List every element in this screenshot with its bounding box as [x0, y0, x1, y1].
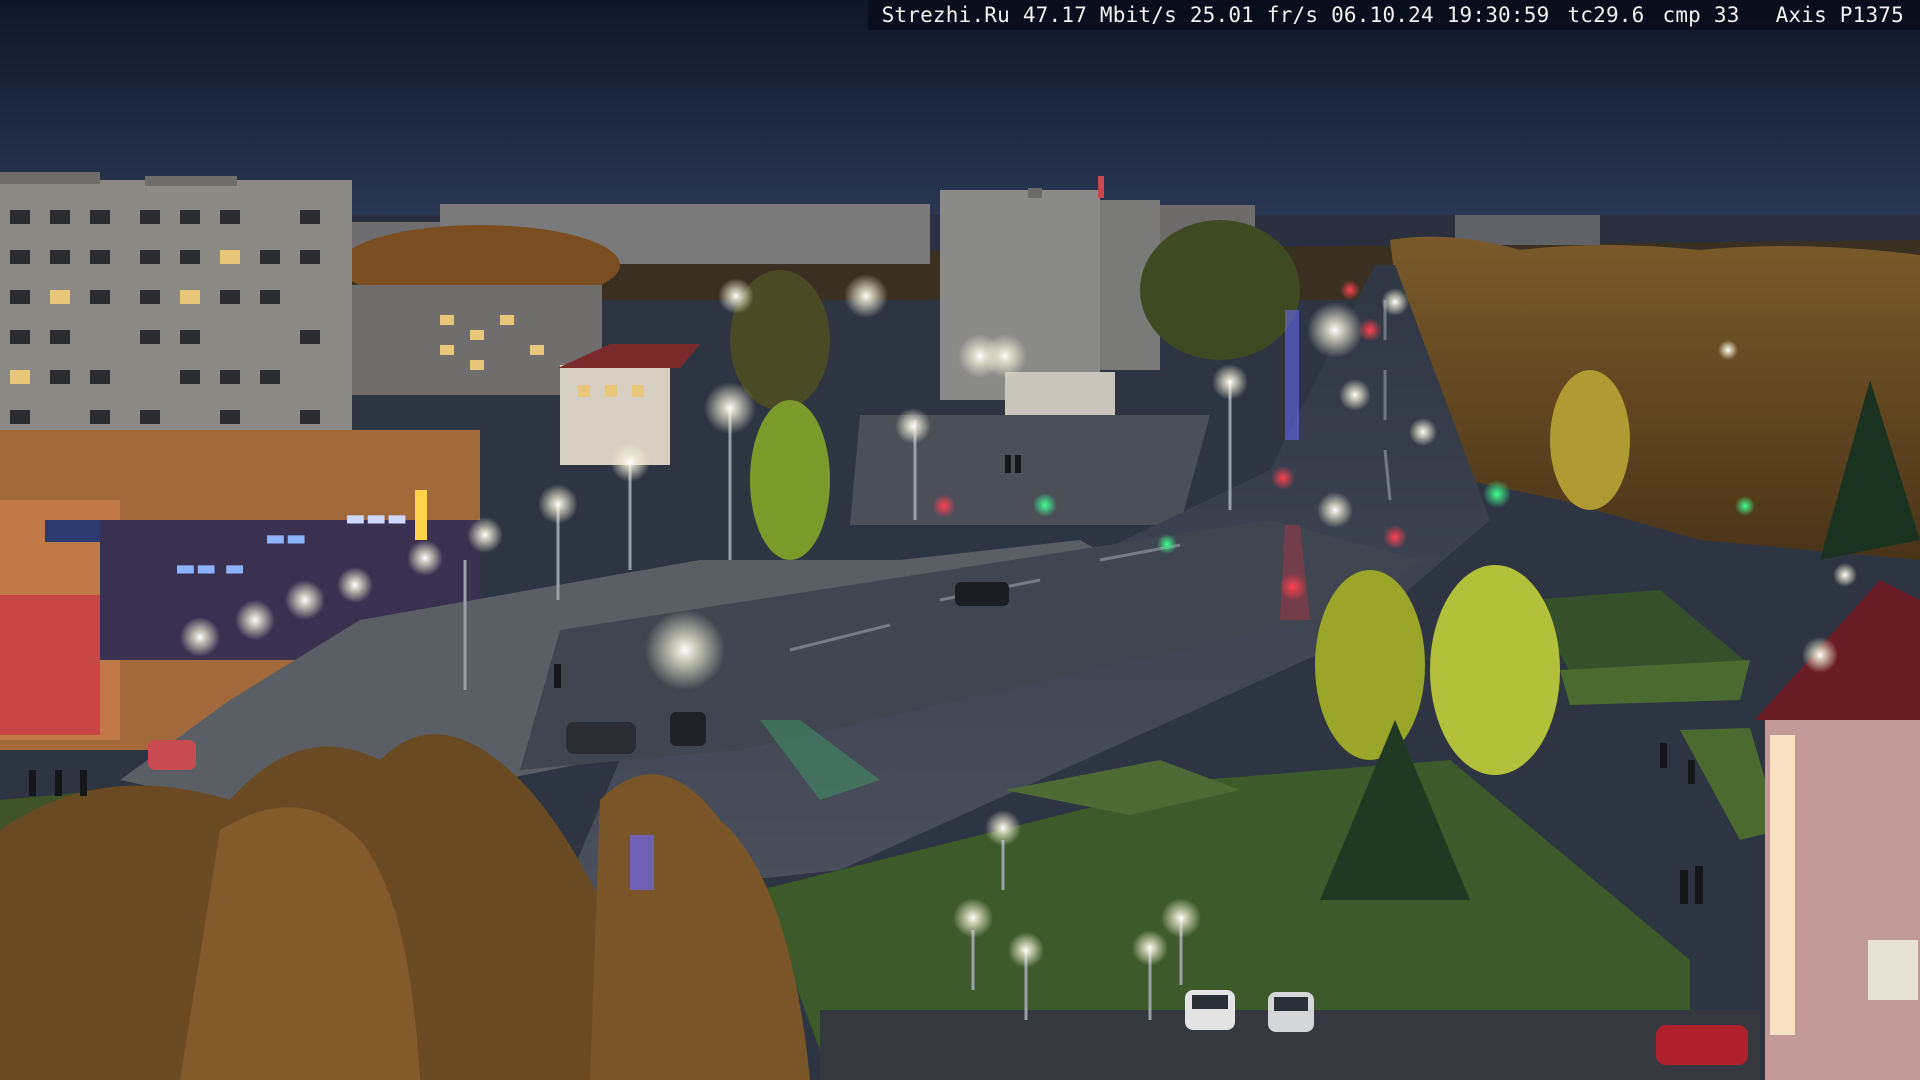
- kiosk-building: [1005, 372, 1115, 420]
- decorative-lights-2: [630, 835, 654, 890]
- car-dark-1: [566, 722, 636, 754]
- car-road: [955, 582, 1009, 606]
- bitrate: 47.17 Mbit/s: [1022, 3, 1177, 27]
- camera-info-overlay: Strezhi.Ru 47.17 Mbit/s 25.01 fr/s 06.10…: [867, 0, 1920, 30]
- site-name: Strezhi.Ru: [881, 3, 1010, 27]
- shop-sign-1: ▬▬ ▬: [175, 556, 245, 581]
- shop-sign-2: ▬▬: [265, 526, 307, 551]
- parked-car-2: [1268, 992, 1314, 1032]
- shop-sign-3: ▬▬▬: [345, 506, 407, 531]
- car-left: [148, 740, 196, 770]
- decorative-lights: [1285, 310, 1299, 440]
- camera-model: Axis P1375: [1775, 3, 1904, 27]
- compression-value: cmp 33: [1662, 3, 1740, 27]
- red-car: [1656, 1025, 1748, 1065]
- date: 06.10.24: [1331, 3, 1434, 27]
- frame-rate: 25.01 fr/s: [1189, 3, 1319, 27]
- webcam-scene: ▬▬ ▬ ▬▬ ▬▬▬: [0, 0, 1920, 1080]
- time: 19:30:59: [1446, 3, 1550, 27]
- tc-value: tc29.6: [1567, 3, 1645, 27]
- parked-car-1: [1185, 990, 1235, 1030]
- car-oncoming: [670, 712, 706, 746]
